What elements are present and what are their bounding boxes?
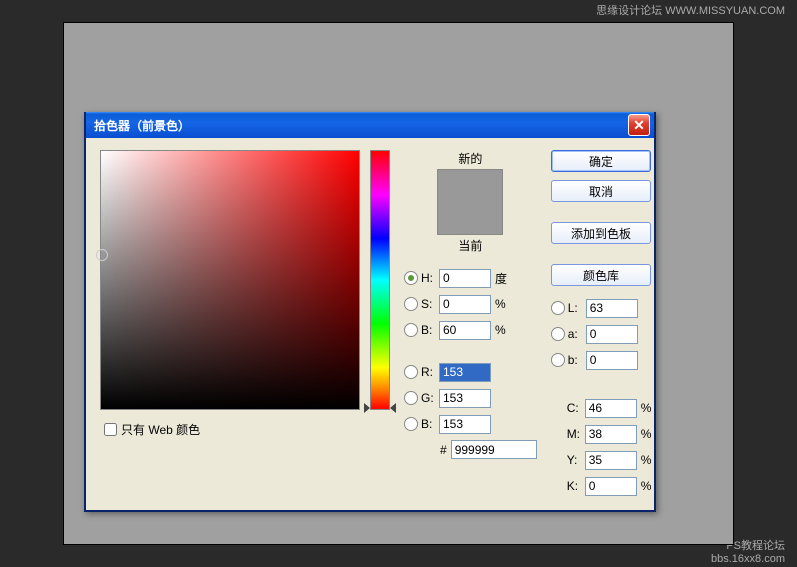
close-icon: ✕ (633, 117, 645, 134)
a-input[interactable] (586, 325, 638, 344)
new-color-label: 新的 (458, 150, 482, 167)
g-input[interactable] (439, 389, 491, 408)
r-input[interactable] (439, 363, 491, 382)
l-input[interactable] (586, 299, 638, 318)
s-input[interactable] (439, 295, 491, 314)
hex-input[interactable] (451, 440, 537, 459)
dialog-title: 拾色器（前景色） (94, 117, 628, 134)
h-input[interactable] (439, 269, 491, 288)
c-input[interactable] (585, 399, 637, 418)
cancel-button[interactable]: 取消 (551, 180, 652, 202)
b-hsb-label: B: (421, 323, 439, 337)
l-label: L: (568, 301, 586, 315)
color-swatch (437, 169, 503, 235)
m-label: M: (567, 427, 585, 441)
k-label: K: (567, 479, 585, 493)
b-rgb-input[interactable] (439, 415, 491, 434)
y-label: Y: (567, 453, 585, 467)
close-button[interactable]: ✕ (628, 114, 650, 136)
s-label: S: (421, 297, 439, 311)
radio-a[interactable] (551, 327, 565, 341)
hue-pointer-right-icon (390, 403, 396, 413)
sv-cursor-icon (96, 249, 108, 261)
watermark-top: 思缘设计论坛 WWW.MISSYUAN.COM (596, 2, 785, 18)
g-label: G: (421, 391, 439, 405)
h-label: H: (421, 271, 439, 285)
current-color-label: 当前 (458, 237, 482, 254)
radio-h[interactable] (404, 271, 418, 285)
b-lab-label: b: (568, 353, 586, 367)
saturation-value-field[interactable] (100, 150, 360, 410)
a-label: a: (568, 327, 586, 341)
web-only-checkbox-input[interactable] (104, 423, 117, 436)
radio-b-hsb[interactable] (404, 323, 418, 337)
hex-hash: # (440, 443, 447, 457)
add-swatch-button[interactable]: 添加到色板 (551, 222, 652, 244)
web-only-checkbox[interactable]: 只有 Web 颜色 (100, 420, 360, 439)
hue-slider[interactable] (370, 150, 390, 410)
b-lab-input[interactable] (586, 351, 638, 370)
radio-b-lab[interactable] (551, 353, 565, 367)
radio-g[interactable] (404, 391, 418, 405)
titlebar: 拾色器（前景色） ✕ (86, 112, 654, 138)
hue-pointer-left-icon (364, 403, 370, 413)
b-rgb-label: B: (421, 417, 439, 431)
y-input[interactable] (585, 451, 637, 470)
new-color-swatch (438, 170, 502, 202)
color-library-button[interactable]: 颜色库 (551, 264, 652, 286)
k-input[interactable] (585, 477, 637, 496)
radio-r[interactable] (404, 365, 418, 379)
radio-l[interactable] (551, 301, 565, 315)
b-hsb-input[interactable] (439, 321, 491, 340)
radio-b-rgb[interactable] (404, 417, 418, 431)
r-label: R: (421, 365, 439, 379)
m-input[interactable] (585, 425, 637, 444)
current-color-swatch[interactable] (438, 202, 502, 234)
color-picker-dialog: 拾色器（前景色） ✕ 只有 Web 颜色 (84, 112, 656, 512)
c-label: C: (567, 401, 585, 415)
ok-button[interactable]: 确定 (551, 150, 652, 172)
radio-s[interactable] (404, 297, 418, 311)
